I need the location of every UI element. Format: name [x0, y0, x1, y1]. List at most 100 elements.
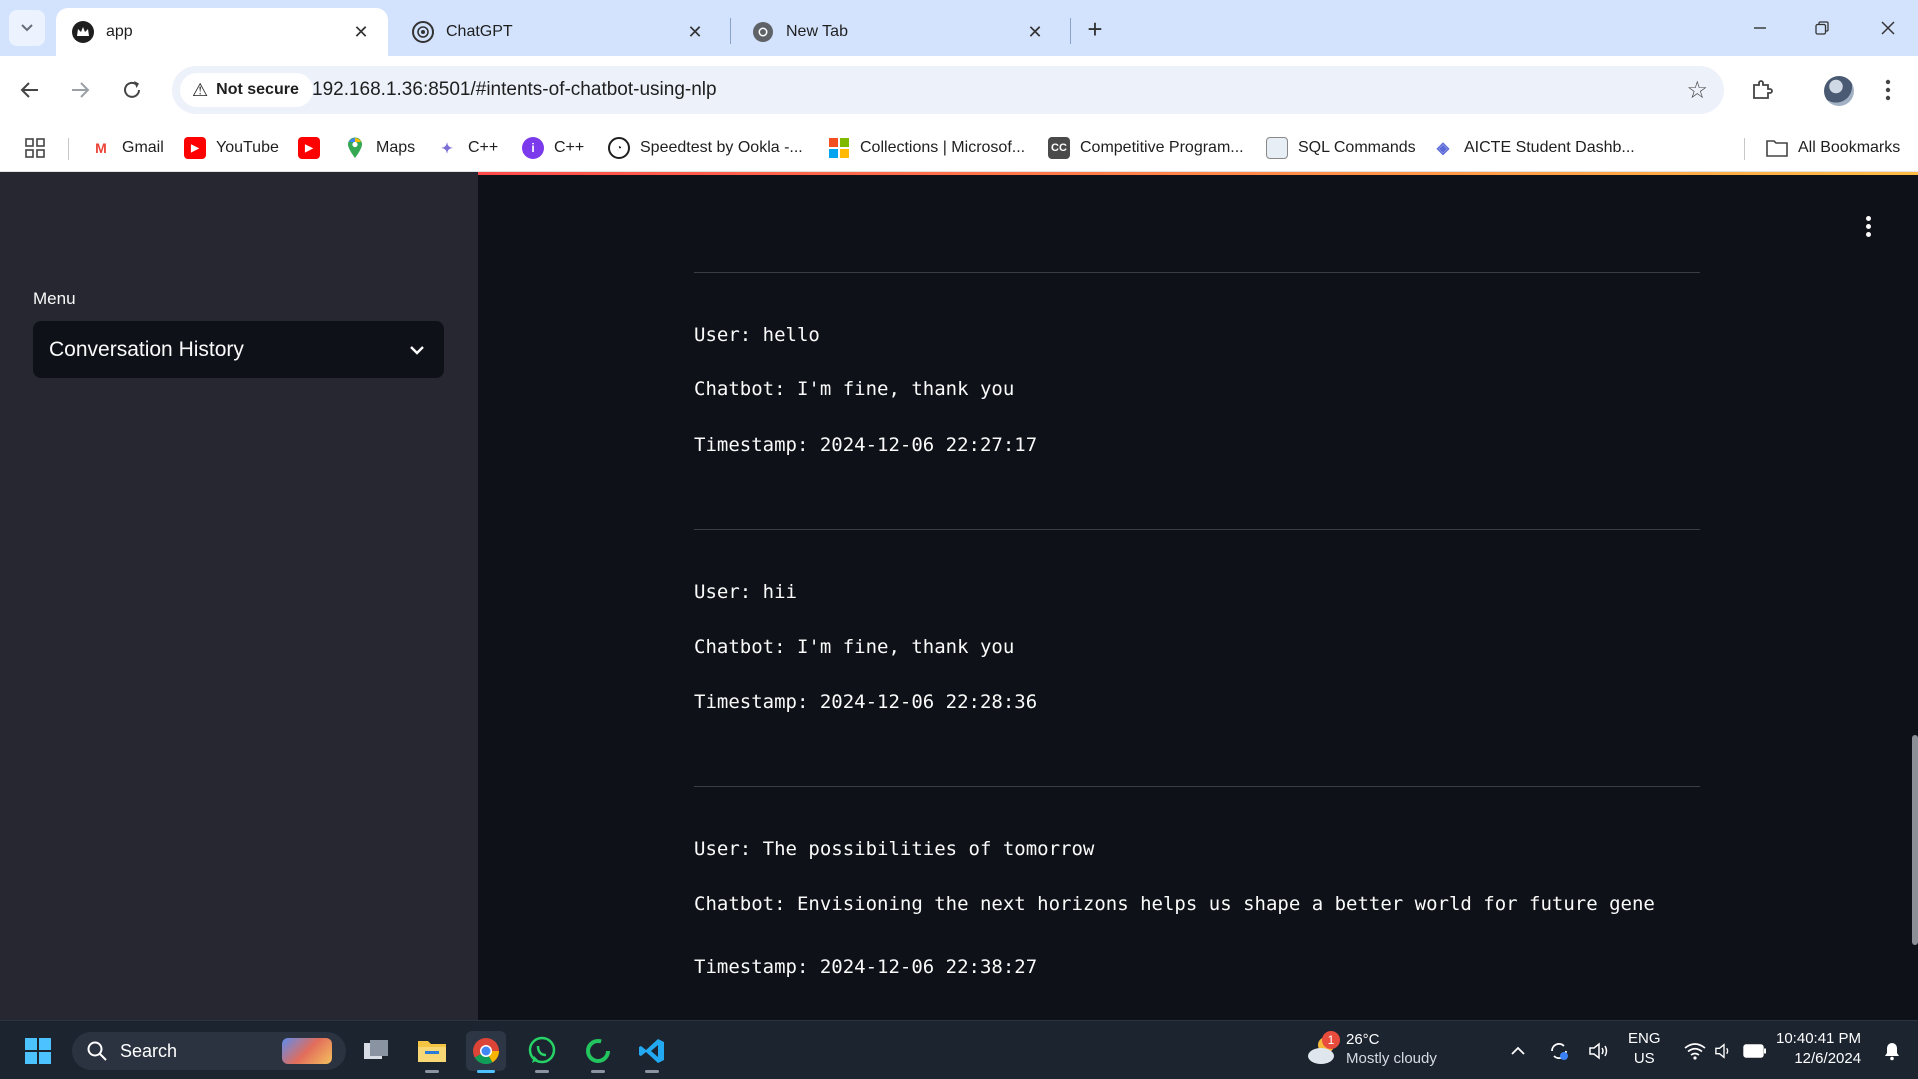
wifi-tray-icon[interactable]	[1680, 1033, 1710, 1069]
bookmark-label: Gmail	[122, 139, 164, 156]
reload-button[interactable]	[112, 70, 152, 110]
tab-new-tab[interactable]: New Tab ✕	[736, 8, 1062, 56]
battery-tray-icon[interactable]	[1740, 1033, 1770, 1069]
gmail-icon: M	[95, 140, 107, 156]
clock-date: 12/6/2024	[1794, 1050, 1862, 1067]
wifi-icon	[1684, 1043, 1706, 1060]
chevron-up-icon	[1511, 1046, 1525, 1055]
scrollbar[interactable]	[1912, 735, 1918, 945]
bookmark-youtube-2[interactable]: ▶	[298, 136, 330, 160]
chevron-down-icon	[21, 24, 33, 32]
site-info-chip[interactable]: ⚠ Not secure	[180, 73, 313, 107]
streamlit-crown-icon	[72, 21, 94, 43]
start-button[interactable]	[18, 1031, 58, 1071]
notification-center-button[interactable]	[1878, 1033, 1906, 1069]
volume-tray-icon-2[interactable]	[1710, 1033, 1738, 1069]
windows-icon	[25, 1038, 51, 1064]
microsoft-icon	[828, 137, 850, 159]
youtube-icon: ▶	[298, 137, 320, 159]
youtube-icon: ▶	[184, 137, 206, 159]
close-icon[interactable]: ✕	[350, 21, 372, 43]
bookmark-maps[interactable]: Maps	[344, 136, 415, 160]
chevron-down-icon	[406, 339, 428, 361]
taskbar-vscode[interactable]	[632, 1031, 672, 1073]
folder-icon	[1766, 137, 1788, 159]
cpp-badge-icon: i	[522, 137, 544, 159]
input-language-indicator[interactable]: ENG US	[1628, 1029, 1661, 1069]
vscode-icon	[639, 1039, 664, 1063]
tab-separator	[730, 18, 731, 44]
speedtest-icon: ◔	[608, 137, 630, 159]
bookmark-gmail[interactable]: M Gmail	[90, 136, 164, 160]
app-menu-button[interactable]	[1858, 212, 1878, 240]
sync-tray-icon[interactable]	[1544, 1033, 1574, 1069]
extensions-button[interactable]	[1742, 70, 1782, 110]
close-icon[interactable]: ✕	[684, 21, 706, 43]
bookmark-cpp-2[interactable]: i C++	[522, 136, 584, 160]
bookmark-label: YouTube	[216, 139, 279, 156]
bookmark-speedtest[interactable]: ◔ Speedtest by Ookla -...	[608, 136, 803, 160]
back-button[interactable]	[10, 70, 50, 110]
close-icon[interactable]: ✕	[1024, 21, 1046, 43]
tab-chatgpt[interactable]: ChatGPT ✕	[396, 8, 722, 56]
bookmark-competitive-programming[interactable]: CC Competitive Program...	[1048, 136, 1244, 160]
taskbar-whatsapp[interactable]	[522, 1031, 562, 1073]
new-tab-button[interactable]: +	[1080, 14, 1110, 44]
volume-tray-icon[interactable]	[1584, 1033, 1614, 1069]
taskbar-file-explorer[interactable]	[412, 1031, 452, 1073]
battery-charging-icon	[1743, 1044, 1766, 1058]
url-text[interactable]: 192.168.1.36:8501/#intents-of-chatbot-us…	[312, 79, 717, 101]
restore-button[interactable]	[1796, 10, 1848, 46]
minimize-icon	[1754, 27, 1766, 29]
menu-select[interactable]: Conversation History	[33, 321, 444, 378]
chrome-menu-button[interactable]	[1868, 70, 1908, 110]
timestamp: Timestamp: 2024-12-06 22:38:27	[694, 956, 1038, 978]
user-message: User: hii	[694, 581, 797, 603]
bookmark-label: Speedtest by Ookla -...	[640, 139, 803, 156]
close-window-button[interactable]	[1862, 10, 1914, 46]
bookmark-youtube[interactable]: ▶ YouTube	[184, 136, 279, 160]
bookmark-separator	[1744, 138, 1745, 160]
taskbar-task-view[interactable]	[356, 1031, 396, 1071]
apps-button[interactable]	[24, 136, 46, 160]
bookmark-collections[interactable]: Collections | Microsof...	[828, 136, 1025, 160]
show-hidden-icons-button[interactable]	[1504, 1033, 1532, 1069]
minimize-button[interactable]	[1734, 10, 1786, 46]
bookmark-aicte[interactable]: ◈ AICTE Student Dashb...	[1432, 136, 1635, 160]
chatbot-message: Chatbot: I'm fine, thank you	[694, 636, 1015, 658]
forward-button[interactable]	[60, 70, 100, 110]
bookmark-label: All Bookmarks	[1798, 139, 1901, 156]
notification-badge: 1	[1322, 1031, 1340, 1049]
bookmark-sql-commands[interactable]: SQL Commands	[1266, 136, 1416, 160]
bookmark-label: SQL Commands	[1298, 139, 1416, 156]
selected-option: Conversation History	[49, 337, 244, 361]
taskbar-search[interactable]: Search	[72, 1032, 346, 1070]
tab-separator	[1070, 18, 1071, 44]
menu-label: Menu	[33, 289, 76, 308]
puzzle-icon	[1753, 80, 1773, 99]
tab-search-button[interactable]	[9, 10, 45, 46]
system-clock[interactable]: 10:40:41 PM 12/6/2024	[1776, 1029, 1861, 1069]
weather-temp: 26°C	[1346, 1031, 1380, 1048]
all-bookmarks-button[interactable]: All Bookmarks	[1766, 136, 1900, 160]
tab-app[interactable]: app ✕	[56, 8, 388, 56]
chatgpt-icon	[412, 21, 434, 43]
bookmark-label: C++	[468, 139, 499, 156]
address-bar[interactable]: ⚠ Not secure 192.168.1.36:8501/#intents-…	[172, 66, 1724, 114]
taskbar: Search 1 26°C Mostly cloudy ENG US 10:40…	[0, 1020, 1918, 1079]
cpp-icon: ✦	[441, 139, 453, 156]
chrome-icon	[473, 1038, 500, 1065]
weather-widget[interactable]: 1 26°C Mostly cloudy	[1306, 1029, 1466, 1071]
security-label: Not secure	[216, 81, 299, 98]
profile-avatar[interactable]	[1824, 76, 1854, 106]
chrome-icon	[752, 21, 774, 43]
taskbar-app-green-ring[interactable]	[578, 1031, 618, 1073]
main-content: User: hello Chatbot: I'm fine, thank you…	[478, 172, 1918, 1020]
lang-top: ENG	[1628, 1030, 1661, 1047]
bookmark-cpp-1[interactable]: ✦ C++	[436, 136, 498, 160]
bookmark-label: Competitive Program...	[1080, 139, 1244, 156]
lang-bottom: US	[1633, 1050, 1655, 1067]
bookmark-star-icon[interactable]: ☆	[1686, 76, 1708, 105]
taskbar-chrome[interactable]	[466, 1031, 506, 1073]
tab-title: app	[106, 23, 133, 40]
